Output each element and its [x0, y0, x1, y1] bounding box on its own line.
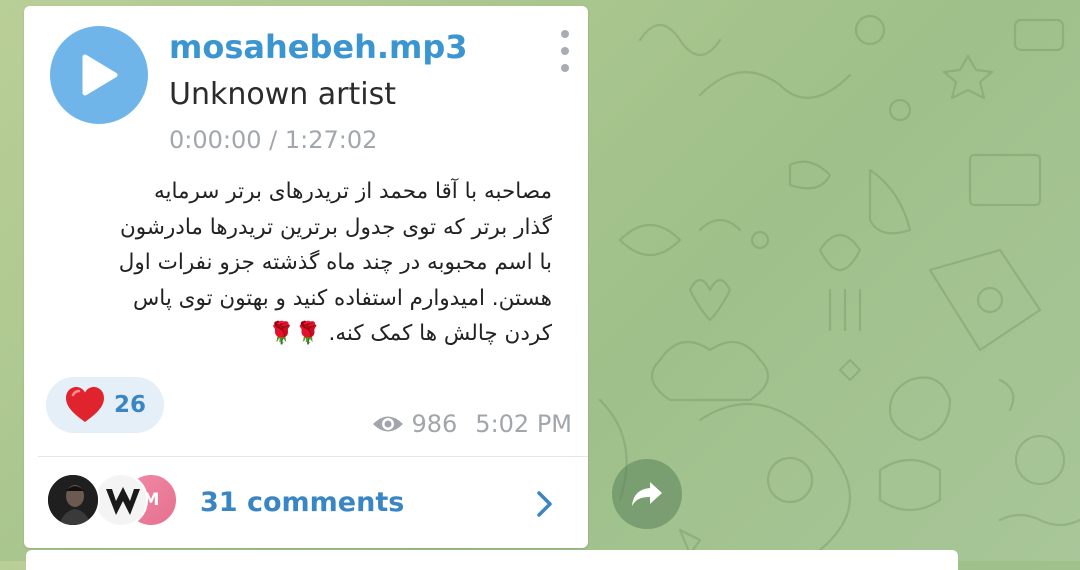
- person-silhouette-icon: [48, 475, 98, 525]
- caption-line: مصاحبه با آقا محمد از تریدرهای برتر سرما…: [153, 179, 552, 204]
- dot-icon: [561, 64, 569, 72]
- rose-emoji: 🌹🌹: [268, 321, 322, 346]
- caption-line-last: کردن چالش ها کمک کنه. 🌹🌹: [54, 316, 552, 352]
- view-count: 986: [411, 410, 458, 438]
- post-meta: 986 5:02 PM: [371, 410, 572, 438]
- share-button[interactable]: [612, 459, 682, 529]
- channel-post-card: mosahebeh.mp3 Unknown artist 0:00:00 / 1…: [24, 6, 588, 548]
- dot-icon: [561, 30, 569, 38]
- play-icon: [82, 54, 118, 96]
- share-arrow-icon: [632, 482, 662, 506]
- post-caption: مصاحبه با آقا محمد از تریدرهای برتر سرما…: [54, 174, 552, 352]
- heart-reaction-button[interactable]: 26: [46, 377, 164, 433]
- audio-duration: 0:00:00 / 1:27:02: [169, 126, 378, 154]
- play-button[interactable]: [50, 26, 148, 124]
- chevron-right-icon: [537, 491, 552, 517]
- audio-artist: Unknown artist: [169, 77, 397, 112]
- comments-label: 31 comments: [200, 487, 405, 518]
- caption-line: با اسم محبوبه در چند ماه گذشته جزو نفرات…: [118, 250, 552, 275]
- audio-file-name[interactable]: mosahebeh.mp3: [169, 28, 468, 66]
- caption-line: کردن چالش ها کمک کنه.: [328, 321, 552, 346]
- caption-line: گذار برتر که توی جدول برترین تریدرها ماد…: [119, 214, 552, 240]
- heart-icon: [66, 387, 104, 422]
- reaction-count: 26: [114, 392, 147, 418]
- commenter-avatar: [94, 473, 148, 527]
- more-options-button[interactable]: [554, 30, 576, 72]
- caption-line: هستن. امیدوارم استفاده کنید و بهتون توی …: [133, 285, 552, 311]
- dot-icon: [561, 47, 569, 55]
- commenter-avatar: [46, 473, 100, 527]
- next-message-card: [26, 550, 958, 570]
- post-time: 5:02 PM: [475, 410, 572, 438]
- comments-button[interactable]: M 31 comments: [24, 457, 588, 548]
- eye-icon: [373, 416, 404, 432]
